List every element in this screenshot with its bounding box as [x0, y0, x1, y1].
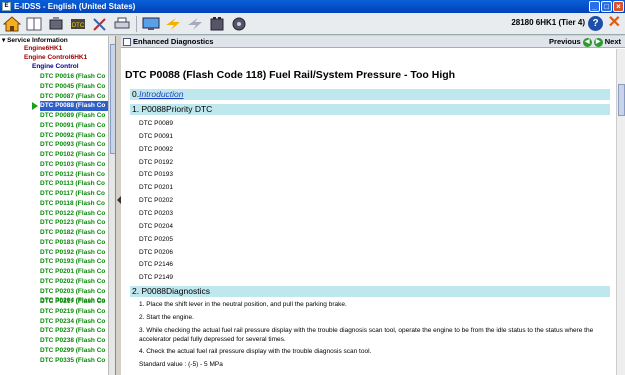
- title-bar: E E-IDSS - English (United States) _ □ ×: [0, 0, 625, 13]
- help-icon[interactable]: ?: [588, 16, 603, 31]
- diagnostic-step: 1. Place the shift lever in the neutral …: [139, 301, 347, 308]
- engine-icon[interactable]: [46, 15, 66, 33]
- dtc-list-item[interactable]: DTC P0201: [139, 184, 173, 191]
- document-body: DTC P0088 (Flash Code 118) Fuel Rail/Sys…: [121, 49, 616, 375]
- tree-item-dtc[interactable]: DTC P0201 (Flash Co: [40, 267, 105, 277]
- content-header-title: Enhanced Diagnostics: [133, 37, 214, 46]
- document-scrollbar[interactable]: [616, 49, 625, 375]
- diagnostics-icon[interactable]: DTC: [68, 15, 88, 33]
- tree-item-dtc[interactable]: DTC P0182 (Flash Co: [40, 228, 105, 238]
- home-icon[interactable]: [2, 15, 22, 33]
- tree-item-dtc[interactable]: DTC P0045 (Flash Co: [40, 82, 105, 92]
- section-priority-dtc: 1. P0088Priority DTC: [130, 104, 610, 115]
- tree-item-dtc[interactable]: DTC P0183 (Flash Co: [40, 238, 105, 248]
- next-arrow-icon[interactable]: ▶: [593, 37, 603, 47]
- tree-item-dtc[interactable]: DTC P0122 (Flash Co: [40, 209, 105, 219]
- dtc-list-item[interactable]: DTC P0203: [139, 210, 173, 217]
- dtc-list-item[interactable]: DTC P0202: [139, 197, 173, 204]
- selected-arrow-icon: [32, 102, 38, 111]
- minimize-button[interactable]: _: [589, 1, 600, 12]
- tree-item-dtc[interactable]: DTC P0118 (Flash Co: [40, 199, 105, 209]
- tree-item-dtc[interactable]: DTC P0117 (Flash Co: [40, 189, 105, 199]
- tree-item-dtc[interactable]: DTC P0193 (Flash Co: [40, 257, 105, 267]
- tree-item-dtc[interactable]: DTC P0237 (Flash Co: [40, 326, 105, 336]
- dtc-list-item[interactable]: DTC P0205: [139, 236, 173, 243]
- introduction-link[interactable]: Introduction: [139, 89, 183, 99]
- document-icon: [123, 38, 131, 46]
- tree-item-dtc[interactable]: DTC P0102 (Flash Co: [40, 150, 105, 160]
- standard-value: Standard value : (-5) - 5 MPa: [139, 361, 223, 368]
- tree-item-dtc[interactable]: DTC P0202 (Flash Co: [40, 277, 105, 287]
- tree-item-dtc[interactable]: DTC P0089 (Flash Co: [40, 111, 105, 121]
- section-diagnostics: 2. P0088Diagnostics: [130, 286, 610, 297]
- book-icon[interactable]: [24, 15, 44, 33]
- dtc-list-item[interactable]: DTC P0204: [139, 223, 173, 230]
- tree-item-dtc[interactable]: DTC P0087 (Flash Co: [40, 92, 105, 102]
- page-navigation: Previous ◀ ▶ Next: [549, 36, 621, 48]
- dtc-list-item[interactable]: DTC P2149: [139, 274, 173, 281]
- tree-item-dtc[interactable]: DTC P0123 (Flash Co: [40, 218, 105, 228]
- tree-item-dtc[interactable]: DTC P0088 (Flash Co: [40, 101, 108, 112]
- diagnostic-step: 3. While checking the actual fuel rail p…: [139, 327, 594, 343]
- window-title: E-IDSS - English (United States): [14, 2, 136, 11]
- section-introduction: 0.Introduction: [130, 89, 610, 100]
- tree-item-engine-control[interactable]: Engine Control: [32, 62, 79, 72]
- toolbar: DTC 28180 6HK1 (Tier 4) ? ✕: [0, 13, 625, 35]
- printer-icon[interactable]: [112, 15, 132, 33]
- tree-scrollbar[interactable]: [108, 36, 115, 375]
- previous-link[interactable]: Previous: [549, 36, 581, 48]
- tree-item-dtc[interactable]: DTC P0016 (Flash Co: [40, 72, 105, 82]
- document-title: DTC P0088 (Flash Code 118) Fuel Rail/Sys…: [125, 69, 456, 81]
- tree-item-dtc[interactable]: DTC P0299 (Flash Co: [40, 346, 105, 356]
- lightning-icon[interactable]: [185, 15, 205, 33]
- tree-item-dtc[interactable]: DTC P0091 (Flash Co: [40, 121, 105, 131]
- collapse-icon: ▾: [2, 37, 6, 44]
- navigation-tree: ▾ Service Information Engine6HK1 Engine …: [0, 36, 116, 375]
- diagnostic-step: 2. Start the engine.: [139, 314, 194, 321]
- dtc-list-item[interactable]: DTC P0193: [139, 171, 173, 178]
- app-icon: E: [2, 2, 11, 11]
- close-window-button[interactable]: ×: [613, 1, 624, 12]
- dtc-list-item[interactable]: DTC P0092: [139, 146, 173, 153]
- tree-item-dtc[interactable]: DTC P0217 (Flash Co: [40, 297, 105, 307]
- tree-scrollbar-thumb[interactable]: [110, 44, 115, 154]
- dtc-list-item[interactable]: DTC P0192: [139, 159, 173, 166]
- tree-item-dtc[interactable]: DTC P0113 (Flash Co: [40, 179, 105, 189]
- tree-item-dtc[interactable]: DTC P0192 (Flash Co: [40, 248, 105, 258]
- svg-text:DTC: DTC: [72, 23, 85, 29]
- maximize-button[interactable]: □: [601, 1, 612, 12]
- engine-gear-icon[interactable]: [229, 15, 249, 33]
- tree-item-dtc[interactable]: DTC P0093 (Flash Co: [40, 140, 105, 150]
- previous-arrow-icon[interactable]: ◀: [582, 37, 592, 47]
- dtc-list-item[interactable]: DTC P2146: [139, 261, 173, 268]
- window-controls: _ □ ×: [589, 1, 624, 12]
- dtc-list-item[interactable]: DTC P0206: [139, 249, 173, 256]
- document-scrollbar-thumb[interactable]: [618, 84, 625, 116]
- close-icon[interactable]: ✕: [608, 15, 621, 31]
- tree-item-dtc[interactable]: DTC P0335 (Flash Co: [40, 356, 105, 366]
- tree-item-dtc[interactable]: DTC P0203 (Flash Co: [40, 287, 105, 297]
- tree-item-dtc[interactable]: DTC P0219 (Flash Co: [40, 307, 105, 317]
- dtc-list-item[interactable]: DTC P0091: [139, 133, 173, 140]
- content-panel: Enhanced Diagnostics Previous ◀ ▶ Next D…: [121, 36, 625, 375]
- tree-item-dtc[interactable]: DTC P0234 (Flash Co: [40, 317, 105, 327]
- vehicle-info: 28180 6HK1 (Tier 4): [511, 18, 585, 27]
- tree-item-dtc[interactable]: DTC P0092 (Flash Co: [40, 131, 105, 141]
- flash-icon[interactable]: [163, 15, 183, 33]
- diagnostic-step: 4. Check the actual fuel rail pressure d…: [139, 348, 372, 355]
- tree-item-dtc[interactable]: DTC P0238 (Flash Co: [40, 336, 105, 346]
- dtc-list-item[interactable]: DTC P0089: [139, 120, 173, 127]
- toolbar-separator: [136, 15, 137, 32]
- content-header: Enhanced Diagnostics Previous ◀ ▶ Next: [121, 36, 625, 48]
- battery-icon[interactable]: [207, 15, 227, 33]
- tools-icon[interactable]: [90, 15, 110, 33]
- tree-item-dtc[interactable]: DTC P0112 (Flash Co: [40, 170, 105, 180]
- next-link[interactable]: Next: [605, 36, 621, 48]
- monitor-icon[interactable]: [141, 15, 161, 33]
- tree-item-dtc[interactable]: DTC P0103 (Flash Co: [40, 160, 105, 170]
